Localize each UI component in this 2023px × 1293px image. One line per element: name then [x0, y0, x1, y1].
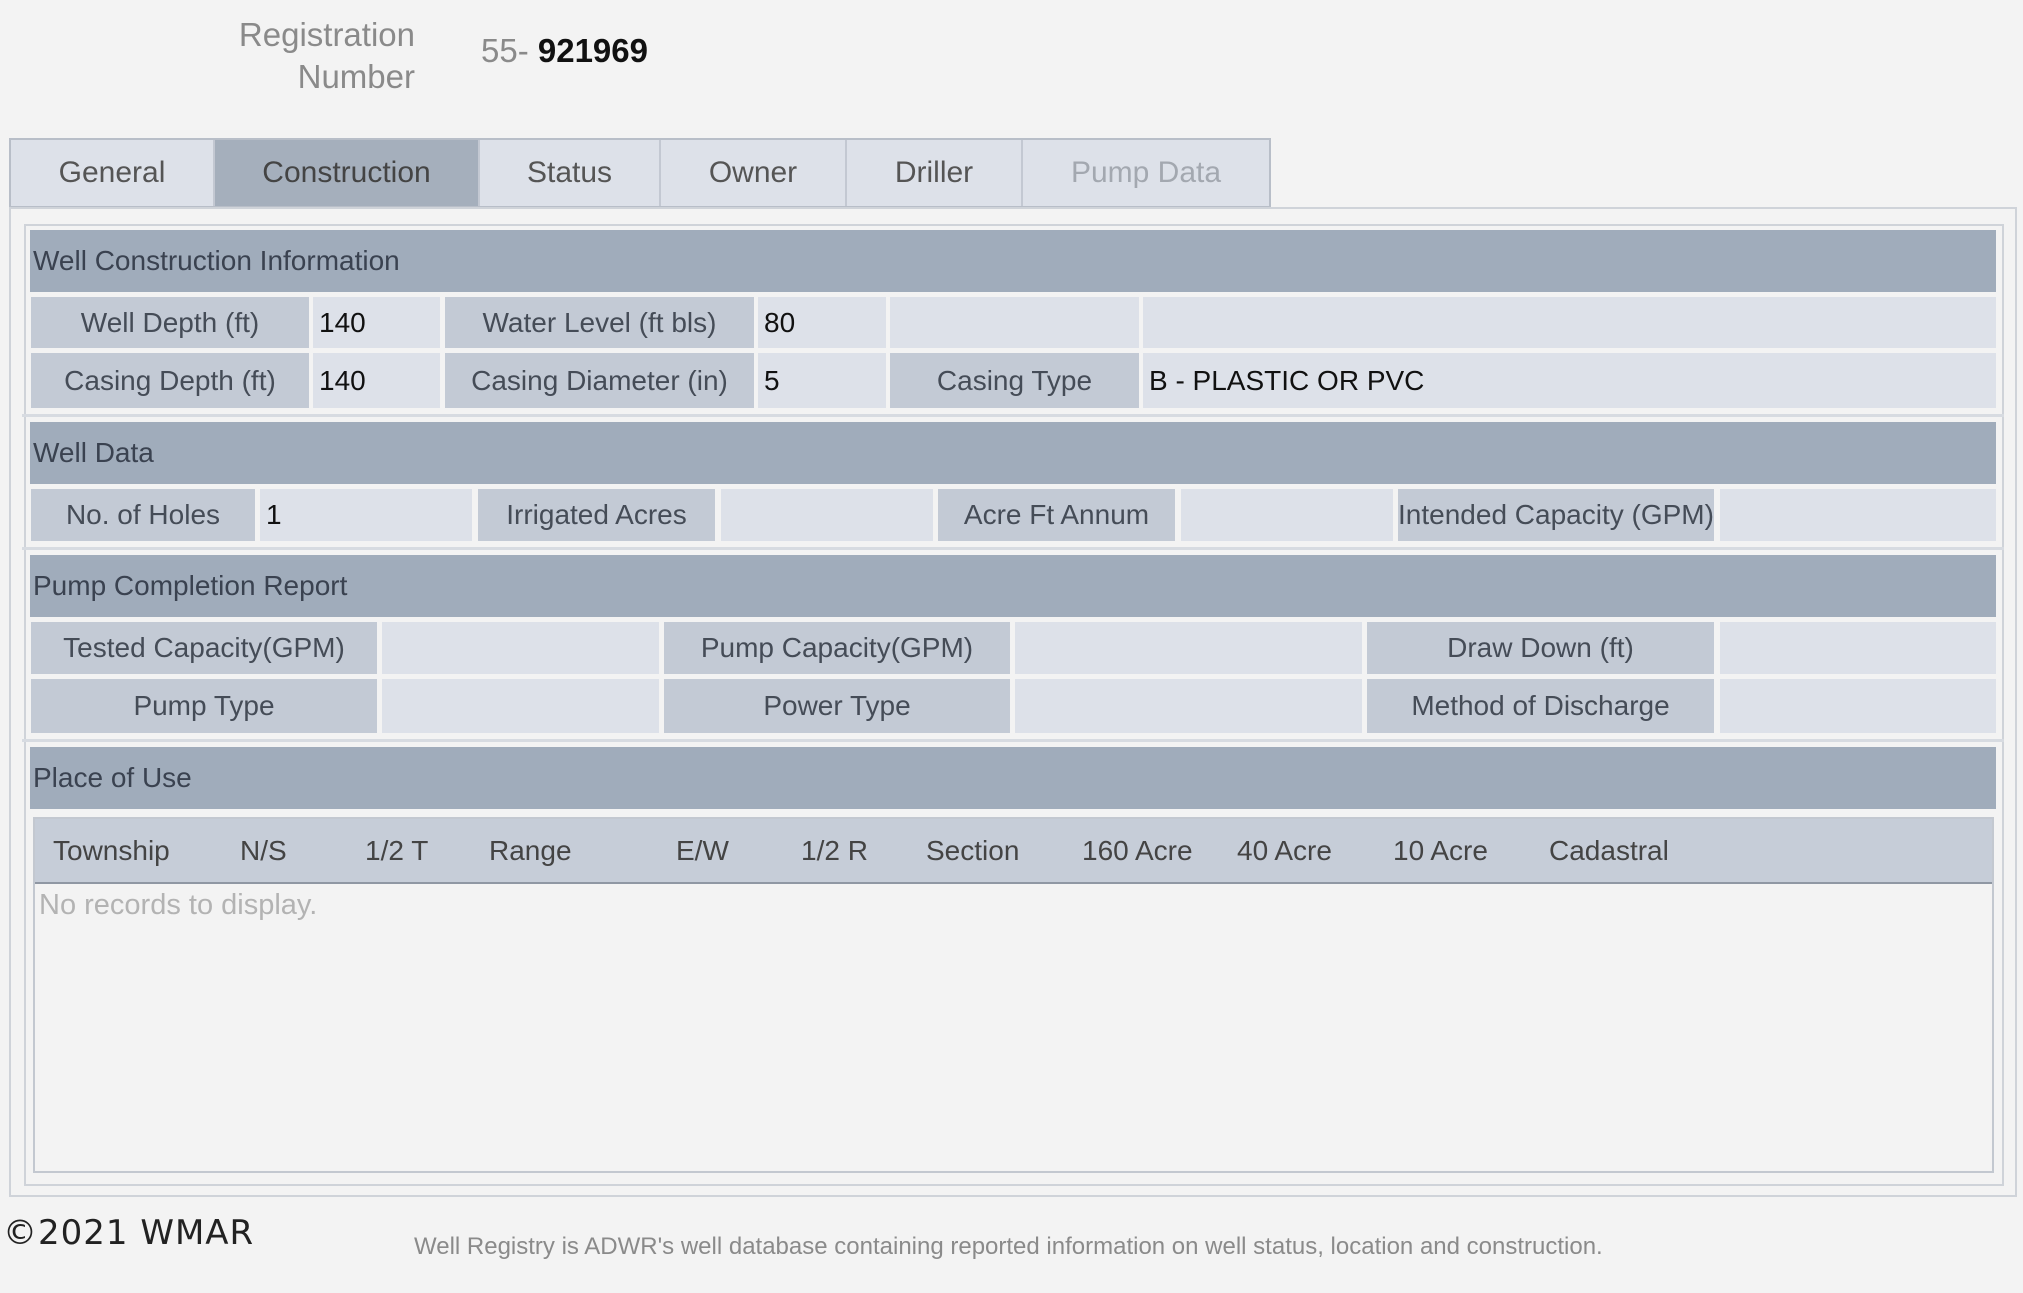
pump-capacity-label: Pump Capacity(GPM) — [664, 622, 1010, 674]
pump-capacity-value — [1015, 622, 1362, 674]
col-half-r[interactable]: 1/2 R — [801, 819, 868, 882]
casing-depth-label: Casing Depth (ft) — [31, 353, 309, 408]
method-of-discharge-label: Method of Discharge — [1367, 679, 1714, 733]
col-township[interactable]: Township — [53, 819, 170, 882]
registration-number-value: 55- 921969 — [481, 30, 648, 72]
registration-number: 921969 — [537, 32, 648, 69]
tab-pump-data: Pump Data — [1070, 156, 1222, 189]
col-section[interactable]: Section — [926, 819, 1019, 882]
grid-header: Township N/S 1/2 T Range E/W 1/2 R Secti… — [35, 819, 1992, 884]
tab-owner[interactable]: Owner — [661, 140, 847, 206]
section-pump-completion: Pump Completion Report — [30, 555, 1996, 617]
well-depth-value: 140 — [313, 297, 440, 348]
no-of-holes-label: No. of Holes — [31, 489, 255, 541]
empty-value-cell — [1143, 297, 1996, 348]
col-ns[interactable]: N/S — [240, 819, 287, 882]
registration-number-label: Registration Number — [210, 14, 415, 98]
irrigated-acres-value — [721, 489, 933, 541]
col-40-acre[interactable]: 40 Acre — [1237, 819, 1332, 882]
casing-diameter-value: 5 — [758, 353, 886, 408]
tested-capacity-label: Tested Capacity(GPM) — [31, 622, 377, 674]
section-divider — [22, 739, 2004, 742]
tab-status[interactable]: Status — [480, 140, 661, 206]
irrigated-acres-label: Irrigated Acres — [478, 489, 715, 541]
tab-driller[interactable]: Driller — [847, 140, 1023, 206]
col-ew[interactable]: E/W — [676, 819, 729, 882]
tab-bar: General Construction Status Owner Drille… — [9, 138, 1271, 208]
col-half-t[interactable]: 1/2 T — [365, 819, 428, 882]
casing-diameter-label: Casing Diameter (in) — [445, 353, 754, 408]
acre-ft-annum-label: Acre Ft Annum — [938, 489, 1175, 541]
water-level-value: 80 — [758, 297, 886, 348]
footer-note: Well Registry is ADWR's well database co… — [414, 1233, 1603, 1260]
tab-construction[interactable]: Construction — [215, 140, 480, 206]
method-of-discharge-value — [1720, 679, 1996, 733]
col-10-acre[interactable]: 10 Acre — [1393, 819, 1488, 882]
pump-type-label: Pump Type — [31, 679, 377, 733]
registration-label-line2: Number — [297, 58, 415, 95]
section-divider — [22, 547, 2004, 550]
no-records-message: No records to display. — [39, 889, 318, 921]
col-160-acre[interactable]: 160 Acre — [1082, 819, 1193, 882]
casing-type-label: Casing Type — [890, 353, 1139, 408]
power-type-label: Power Type — [664, 679, 1010, 733]
acre-ft-annum-value — [1181, 489, 1393, 541]
tested-capacity-value — [382, 622, 659, 674]
place-of-use-grid: Township N/S 1/2 T Range E/W 1/2 R Secti… — [33, 817, 1994, 1173]
casing-depth-value: 140 — [313, 353, 440, 408]
casing-type-value: B - PLASTIC OR PVC — [1143, 353, 1996, 408]
registration-label-line1: Registration — [238, 16, 415, 53]
col-cadastral[interactable]: Cadastral — [1549, 819, 1669, 882]
well-depth-label: Well Depth (ft) — [31, 297, 309, 348]
empty-label-cell — [890, 297, 1139, 348]
col-range[interactable]: Range — [489, 819, 572, 882]
section-well-construction: Well Construction Information — [30, 230, 1996, 292]
power-type-value — [1015, 679, 1362, 733]
water-level-label: Water Level (ft bls) — [445, 297, 754, 348]
registration-prefix: 55- — [481, 32, 529, 69]
pump-type-value — [382, 679, 659, 733]
section-well-data: Well Data — [30, 422, 1996, 484]
intended-capacity-value — [1720, 489, 1996, 541]
section-place-of-use: Place of Use — [30, 747, 1996, 809]
intended-capacity-label: Intended Capacity (GPM) — [1398, 489, 1714, 541]
no-of-holes-value: 1 — [260, 489, 472, 541]
draw-down-label: Draw Down (ft) — [1367, 622, 1714, 674]
copyright-watermark: ©2021 WMAR — [3, 1213, 255, 1253]
section-divider — [22, 414, 2004, 417]
draw-down-value — [1720, 622, 1996, 674]
tab-general[interactable]: General — [11, 140, 215, 206]
